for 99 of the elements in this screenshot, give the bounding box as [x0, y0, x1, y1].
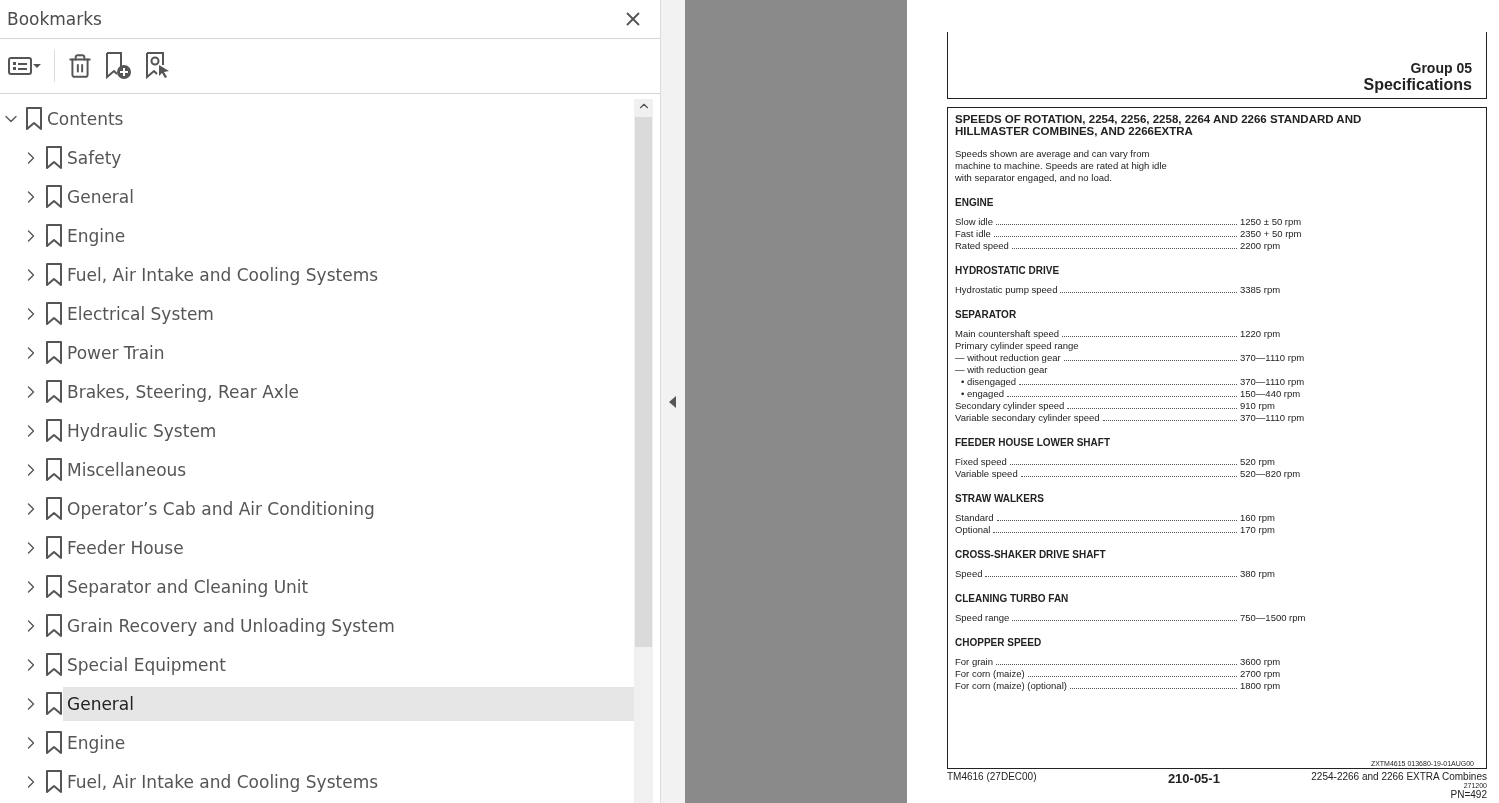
bookmark-item[interactable]: Brakes, Steering, Rear Axle — [63, 374, 634, 409]
section-title: FEEDER HOUSE LOWER SHAFT — [955, 437, 1111, 448]
section-title: STRAW WALKERS — [955, 493, 1045, 504]
spec-value: 370—1110 rpm — [1240, 352, 1306, 364]
bookmark-icon — [45, 223, 63, 248]
bookmark-item[interactable]: Operator’s Cab and Air Conditioning — [63, 491, 634, 526]
pn-number: PN=492 — [1450, 789, 1487, 800]
spec-value: 2200 rpm — [1240, 240, 1282, 252]
spec-value: 370—1110 rpm — [1240, 376, 1306, 388]
intro-text: Speeds shown are average and can vary from machine to machine. Speeds are rated at high idle with separator engaged, and no load. — [955, 148, 1168, 184]
spec-value: 380 rpm — [1240, 568, 1276, 580]
bookmark-item[interactable]: Safety — [63, 140, 634, 175]
group-label: Group 05 — [1410, 60, 1472, 76]
bookmark-item[interactable]: Engine — [63, 725, 634, 760]
spec-label: Fast idle — [955, 228, 991, 240]
bookmark-item[interactable]: Fuel, Air Intake and Cooling Systems — [63, 764, 634, 799]
spec-value: 160 rpm — [1240, 512, 1276, 524]
spec-value: 3600 rpm — [1240, 656, 1282, 668]
document-title: SPEEDS OF ROTATION, 2254, 2256, 2258, 2264 AND 2266 STANDARD AND HILLMASTER COMBINES, AND 2266EXTRA — [955, 113, 1363, 137]
spec-label: Rated speed — [955, 240, 1009, 252]
spec-label: Speed — [955, 568, 983, 580]
bookmark-item[interactable]: Miscellaneous — [63, 452, 634, 487]
spec-label: Primary cylinder speed range — [955, 340, 1079, 352]
bookmark-icon — [25, 106, 43, 131]
manual-title: 2254-2266 and 2266 EXTRA Combines — [1311, 771, 1487, 782]
section-title: CLEANING TURBO FAN — [955, 593, 1070, 604]
spec-label: For corn (maize) (optional) — [955, 680, 1067, 692]
caret-icon — [32, 63, 42, 69]
bookmark-item[interactable]: Fuel, Air Intake and Cooling Systems — [63, 257, 634, 292]
spec-label: • disengaged — [961, 376, 1017, 388]
bookmark-item[interactable]: Separator and Cleaning Unit — [63, 569, 634, 604]
spec-value: 2700 rpm — [1240, 668, 1282, 680]
spec-label: Standard — [955, 512, 994, 524]
spec-label: Optional — [955, 524, 991, 536]
bookmark-icon — [45, 379, 63, 404]
spec-label: For grain — [955, 656, 993, 668]
spec-label: Secondary cylinder speed — [955, 400, 1065, 412]
bookmark-item[interactable]: Special Equipment — [63, 647, 634, 682]
bookmark-item[interactable]: Feeder House — [63, 530, 634, 565]
bookmark-icon — [45, 340, 63, 365]
bookmark-item[interactable]: Engine — [63, 218, 634, 253]
spec-value: 520—820 rpm — [1240, 468, 1302, 480]
bookmark-icon — [45, 145, 63, 170]
section-title: SEPARATOR — [955, 309, 1018, 320]
options-button[interactable] — [6, 54, 44, 78]
page-number: 210-05-1 — [1167, 771, 1220, 786]
spec-value: 750—1500 rpm — [1240, 612, 1307, 624]
bookmark-icon — [45, 730, 63, 755]
bookmark-item[interactable]: Hydraulic System — [63, 413, 634, 448]
collapse-triangle-icon — [669, 395, 677, 408]
spec-label: Variable speed — [955, 468, 1018, 480]
section-title: ENGINE — [955, 197, 995, 208]
bookmark-icon — [45, 184, 63, 209]
spec-value: 2350 + 50 rpm — [1240, 228, 1303, 240]
bookmark-icon — [45, 691, 63, 716]
section-title: CROSS-SHAKER DRIVE SHAFT — [955, 549, 1107, 560]
spec-label: Slow idle — [955, 216, 994, 228]
bookmark-item[interactable]: General — [63, 686, 634, 721]
spec-value: 520 rpm — [1240, 456, 1276, 468]
spec-value: 910 rpm — [1240, 400, 1276, 412]
bookmark-icon — [45, 613, 63, 638]
scrollbar[interactable] — [634, 99, 653, 803]
bookmark-item[interactable]: Electrical System — [63, 296, 634, 331]
spec-label: — with reduction gear — [955, 364, 1048, 376]
spec-label: Fixed speed — [955, 456, 1007, 468]
options-list-icon — [8, 56, 32, 76]
bookmark-icon — [45, 769, 63, 794]
bookmark-icon — [45, 418, 63, 443]
spec-value: 1250 ± 50 rpm — [1240, 216, 1303, 228]
spec-label: — without reduction gear — [955, 352, 1061, 364]
scroll-thumb[interactable] — [635, 117, 652, 647]
bookmark-item[interactable]: Grain Recovery and Unloading System — [63, 608, 634, 643]
spec-label: Main countershaft speed — [955, 328, 1060, 340]
bookmark-item[interactable]: General — [63, 179, 634, 214]
bookmark-icon — [45, 652, 63, 677]
section-heading: Specifications — [1363, 76, 1472, 94]
spec-value: 370—1110 rpm — [1240, 412, 1306, 424]
section-title: HYDROSTATIC DRIVE — [955, 265, 1061, 276]
bookmark-icon — [45, 457, 63, 482]
bookmark-icon — [45, 301, 63, 326]
spec-label: Speed range — [955, 612, 1010, 624]
spec-label: • engaged — [961, 388, 1004, 400]
spec-value: 1800 rpm — [1240, 680, 1282, 692]
spec-value: 170 rpm — [1240, 524, 1276, 536]
bookmark-icon — [45, 574, 63, 599]
bookmark-icon — [45, 496, 63, 521]
spec-value: 150—440 rpm — [1240, 388, 1302, 400]
spec-label: Variable secondary cylinder speed — [955, 412, 1100, 424]
bookmark-icon — [45, 535, 63, 560]
bookmark-item[interactable]: Power Train — [63, 335, 634, 370]
bookmark-icon — [45, 262, 63, 287]
spec-value: 1220 rpm — [1240, 328, 1282, 340]
spec-value: 3385 rpm — [1240, 284, 1282, 296]
manual-number: TM4616 (27DEC00) — [947, 771, 1037, 782]
spec-label: For corn (maize) — [955, 668, 1025, 680]
bookmark-item[interactable]: Contents — [43, 101, 634, 136]
section-title: CHOPPER SPEED — [955, 637, 1043, 648]
spec-label: Hydrostatic pump speed — [955, 284, 1058, 296]
panel-title: Bookmarks — [7, 9, 102, 29]
